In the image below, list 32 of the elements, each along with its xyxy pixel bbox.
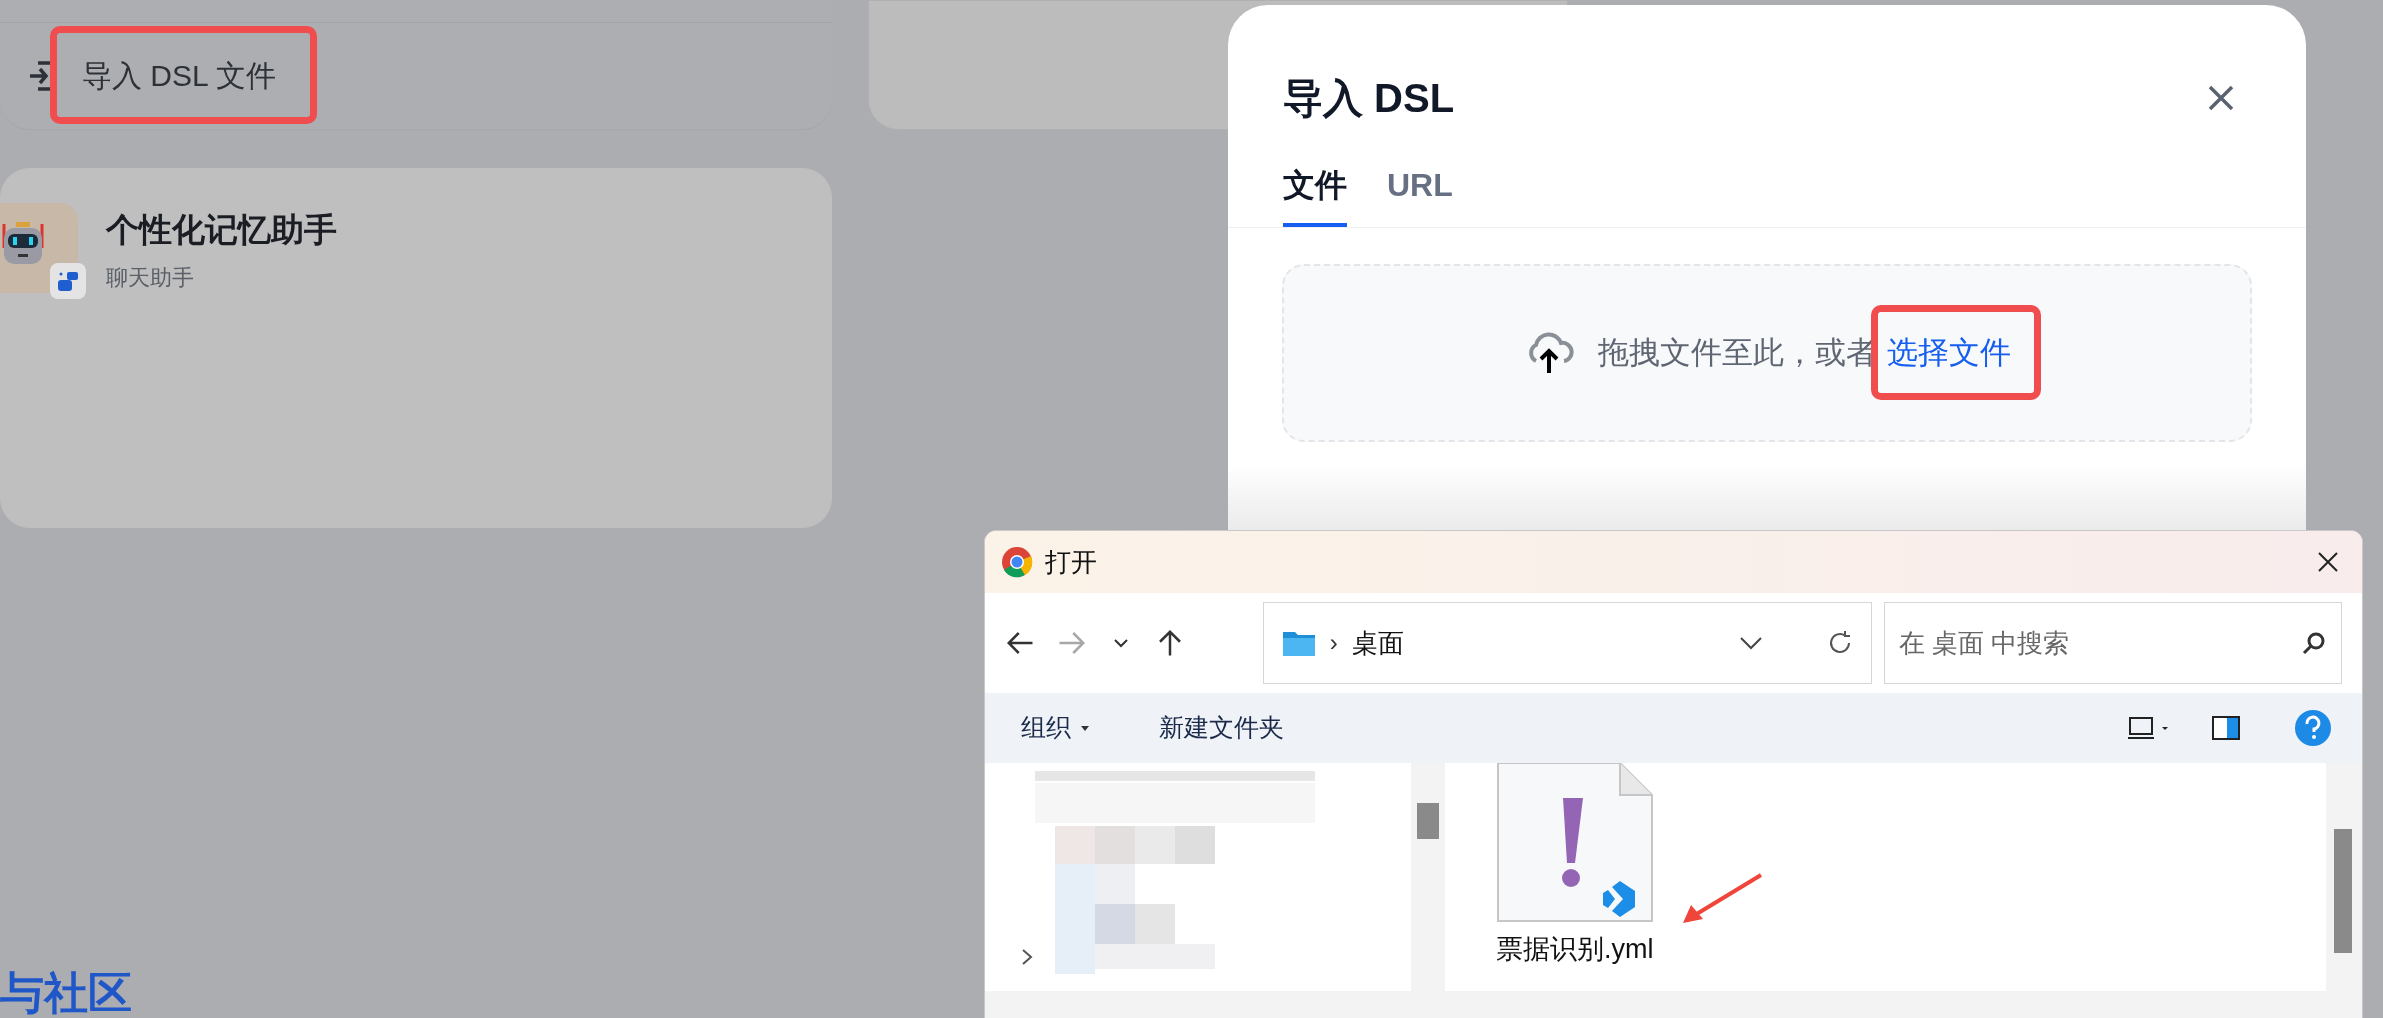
scrollbar-thumb[interactable] bbox=[1416, 803, 1439, 839]
tab[interactable]: 文件 bbox=[1283, 161, 1347, 227]
address-bar[interactable]: › 桌面 bbox=[1262, 602, 1872, 684]
window-title: 打开 bbox=[1045, 545, 1098, 579]
app-card[interactable]: 个性化记忆助手 聊天助手 bbox=[0, 168, 832, 528]
file-name[interactable]: 票据识别.yml bbox=[1495, 929, 1654, 970]
community-heading: 与社区 bbox=[0, 968, 132, 1018]
help-icon[interactable] bbox=[2294, 709, 2332, 747]
dialog-title: 导入 DSL bbox=[1283, 75, 1455, 122]
scrollbar-thumb[interactable] bbox=[2334, 829, 2352, 953]
chat-badge-icon bbox=[50, 263, 86, 299]
search-icon[interactable] bbox=[2302, 631, 2326, 655]
import-dsl-button[interactable]: 导入 DSL 文件 bbox=[28, 53, 276, 99]
tab[interactable]: URL bbox=[1387, 161, 1453, 227]
folder-icon bbox=[1281, 629, 1316, 657]
organize-menu[interactable]: 组织 bbox=[1021, 709, 1089, 747]
app-title: 个性化记忆助手 bbox=[106, 210, 337, 250]
yaml-file-icon[interactable] bbox=[1494, 763, 1655, 923]
close-icon[interactable] bbox=[2316, 550, 2340, 574]
close-icon[interactable] bbox=[2206, 83, 2236, 113]
new-folder-button[interactable]: 新建文件夹 bbox=[1159, 709, 1284, 747]
app-icon bbox=[1001, 546, 1033, 578]
app-type: 聊天助手 bbox=[106, 264, 195, 292]
search-field[interactable]: 在 桌面 中搜索 bbox=[1884, 602, 2342, 684]
expand-icon[interactable] bbox=[1021, 948, 1033, 966]
chevron-down-icon[interactable] bbox=[1739, 636, 1763, 650]
refresh-icon[interactable] bbox=[1827, 630, 1853, 656]
breadcrumb-separator: › bbox=[1329, 628, 1338, 658]
breadcrumb[interactable]: 桌面 bbox=[1351, 623, 1725, 663]
preview-pane-icon[interactable] bbox=[2212, 716, 2240, 740]
view-icon[interactable] bbox=[2128, 716, 2168, 740]
choose-file-link[interactable]: 选择文件 bbox=[1886, 334, 2011, 370]
